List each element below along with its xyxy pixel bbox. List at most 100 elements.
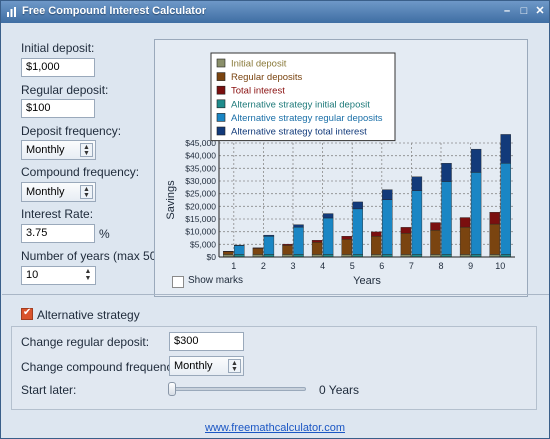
alternative-strategy-checkbox[interactable] xyxy=(21,307,33,320)
change-regular-deposit-input[interactable]: $300 xyxy=(169,332,244,351)
bar-segment xyxy=(371,236,382,255)
y-tick-label: $30,000 xyxy=(185,176,216,186)
bar-segment xyxy=(352,208,363,255)
legend-label: Alternative strategy total interest xyxy=(231,127,367,138)
x-tick-label: 2 xyxy=(261,261,266,271)
years-value: 10 xyxy=(26,269,39,281)
x-tick-label: 5 xyxy=(350,261,355,271)
y-axis-label: Savings xyxy=(165,180,177,220)
bar-segment xyxy=(311,240,323,243)
legend-swatch xyxy=(216,99,226,109)
y-tick-label: $40,000 xyxy=(185,151,216,161)
calculator-window: Free Compound Interest Calculator – □ ✕ … xyxy=(0,0,550,439)
deposit-frequency-value: Monthly xyxy=(26,144,65,156)
bar-segment xyxy=(341,239,352,255)
regular-deposit-label: Regular deposit: xyxy=(21,83,109,97)
bar-segment xyxy=(293,224,304,228)
app-icon xyxy=(7,7,16,17)
title-bar[interactable]: Free Compound Interest Calculator – □ ✕ xyxy=(1,1,549,23)
regular-deposit-input[interactable]: $100 xyxy=(21,99,95,118)
updown-arrows-icon: ▲ ▼ xyxy=(228,359,241,373)
show-marks-label: Show marks xyxy=(188,275,244,286)
legend-swatch xyxy=(216,113,226,122)
bar-segment xyxy=(293,226,304,255)
x-axis-label: Years xyxy=(353,275,381,287)
bar-segment xyxy=(500,163,511,255)
savings-chart: $0 $5,000 $10,000 $15,000 $20,000 $25,000 $30,… xyxy=(165,52,515,287)
show-marks-checkbox[interactable] xyxy=(172,276,184,288)
x-tick-label: 1 xyxy=(231,261,236,271)
bar-segment xyxy=(252,247,264,249)
bar-segment xyxy=(263,236,275,255)
bar-segment xyxy=(234,245,245,255)
minimize-button[interactable]: – xyxy=(500,4,514,18)
bar-segment xyxy=(430,229,441,255)
legend-swatch xyxy=(216,85,226,95)
start-later-slider-thumb[interactable] xyxy=(168,382,176,396)
close-button[interactable]: ✕ xyxy=(533,4,547,18)
y-tick-label: $15,000 xyxy=(185,214,216,224)
bar-segment xyxy=(411,176,423,191)
legend-label: Regular deposits xyxy=(231,72,303,83)
bar-segment xyxy=(311,242,323,255)
deposit-frequency-label: Deposit frequency: xyxy=(21,124,122,138)
initial-deposit-input[interactable]: $1,000 xyxy=(21,58,95,77)
updown-arrows-icon: ▲ ▼ xyxy=(80,185,93,199)
change-compound-frequency-select[interactable]: Monthly ▲ ▼ xyxy=(169,356,244,376)
bar-segment xyxy=(500,134,511,164)
bar-segment xyxy=(263,234,275,237)
website-link[interactable]: www.freemathcalculator.com xyxy=(1,422,549,434)
bar-segment xyxy=(371,231,382,237)
bar-segment xyxy=(459,226,471,255)
legend-label: Total interest xyxy=(231,86,285,97)
years-spinner[interactable]: 10 ▲ ▼ xyxy=(21,266,96,285)
spinner-arrows-icon[interactable]: ▲ ▼ xyxy=(82,268,94,283)
y-tick-label: $5,000 xyxy=(190,239,216,249)
x-tick-label: 4 xyxy=(320,261,325,271)
bar-segment xyxy=(223,251,234,252)
x-tick-label: 6 xyxy=(379,261,384,271)
legend-label: Initial deposit xyxy=(231,59,287,70)
alternative-strategy-label: Alternative strategy xyxy=(37,308,140,322)
bar-segment xyxy=(282,243,293,246)
x-tick-label: 8 xyxy=(438,261,443,271)
change-regular-deposit-label: Change regular deposit: xyxy=(21,335,150,349)
x-tick-label: 3 xyxy=(290,261,295,271)
interest-rate-input[interactable]: 3.75 xyxy=(21,224,95,243)
legend-label: Alternative strategy regular deposits xyxy=(231,113,383,124)
start-later-value: 0 Years xyxy=(319,383,360,397)
bar-segment xyxy=(352,201,363,210)
bar-segment xyxy=(252,248,264,255)
start-later-label: Start later: xyxy=(21,383,77,397)
bar-segment xyxy=(430,222,441,231)
deposit-frequency-select[interactable]: Monthly ▲ ▼ xyxy=(21,140,96,160)
y-tick-label: $35,000 xyxy=(185,163,216,173)
compound-frequency-select[interactable]: Monthly ▲ ▼ xyxy=(21,182,96,202)
legend-swatch xyxy=(216,72,226,81)
bar-segment xyxy=(382,199,393,255)
maximize-button[interactable]: □ xyxy=(517,4,531,18)
y-tick-label: $25,000 xyxy=(185,189,216,199)
legend-swatch xyxy=(216,58,226,68)
bar-segment xyxy=(234,244,245,246)
change-compound-frequency-value: Monthly xyxy=(174,360,213,372)
years-label: Number of years (max 50): xyxy=(21,249,164,263)
start-later-slider-track[interactable] xyxy=(171,387,306,391)
updown-arrows-icon: ▲ ▼ xyxy=(80,143,93,157)
chart-panel: $0 $5,000 $10,000 $15,000 $20,000 $25,000 $30,… xyxy=(154,39,528,297)
x-tick-label: 9 xyxy=(468,261,473,271)
legend-label: Alternative strategy initial deposit xyxy=(231,99,370,110)
interest-rate-label: Interest Rate: xyxy=(21,207,94,221)
bar-segment xyxy=(341,236,352,240)
bar-segment xyxy=(489,223,500,255)
divider xyxy=(2,294,549,295)
compound-frequency-value: Monthly xyxy=(26,186,65,198)
bar-segment xyxy=(459,217,471,228)
bar-segment xyxy=(411,190,423,255)
bar-segment xyxy=(470,172,482,255)
y-tick-label: $20,000 xyxy=(185,201,216,211)
bar-segment xyxy=(400,232,412,255)
legend-swatch xyxy=(216,126,226,136)
y-tick-label: $0 xyxy=(207,252,217,262)
bar-segment xyxy=(441,181,452,255)
